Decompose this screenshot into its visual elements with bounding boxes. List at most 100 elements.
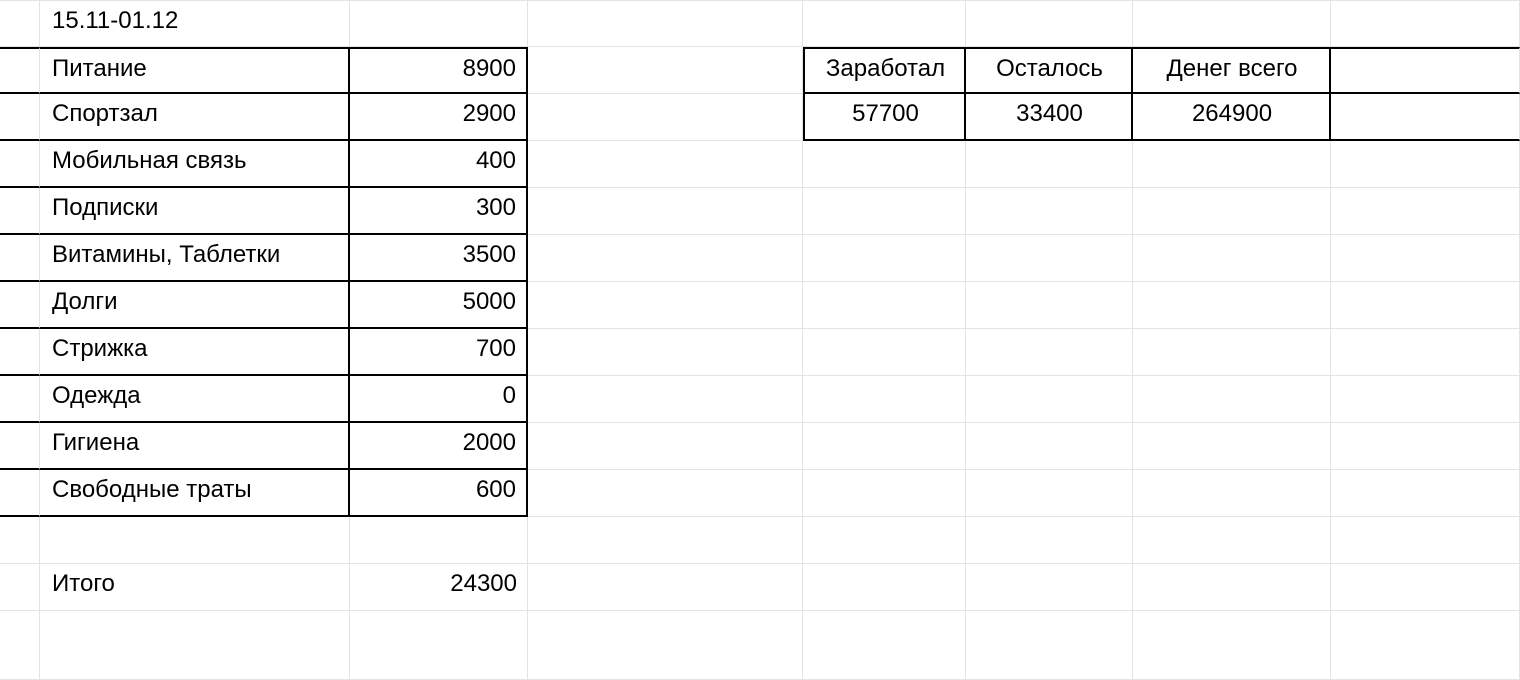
expense-label[interactable]: Одежда [40,376,350,423]
cell[interactable] [1133,564,1331,611]
cell[interactable] [1331,376,1520,423]
cell[interactable] [966,376,1133,423]
cell[interactable] [1331,564,1520,611]
cell[interactable] [0,470,40,517]
cell[interactable] [966,188,1133,235]
expense-label[interactable]: Спортзал [40,94,350,141]
expense-label[interactable]: Долги [40,282,350,329]
cell[interactable] [528,188,803,235]
summary-total[interactable]: 264900 [1133,94,1331,141]
total-label[interactable]: Итого [40,564,350,611]
expense-label[interactable]: Витамины, Таблетки [40,235,350,282]
cell[interactable] [1133,0,1331,47]
cell[interactable] [966,470,1133,517]
cell[interactable] [966,517,1133,564]
expense-amount[interactable]: 0 [350,376,528,423]
cell[interactable] [528,141,803,188]
cell[interactable] [528,235,803,282]
cell[interactable] [966,564,1133,611]
cell[interactable] [1133,188,1331,235]
cell[interactable] [350,611,528,680]
total-amount[interactable]: 24300 [350,564,528,611]
cell[interactable] [966,611,1133,680]
expense-label[interactable]: Стрижка [40,329,350,376]
cell[interactable] [1133,329,1331,376]
cell[interactable] [1133,611,1331,680]
cell[interactable] [1133,235,1331,282]
cell[interactable] [528,564,803,611]
cell[interactable] [528,282,803,329]
cell[interactable] [0,235,40,282]
cell[interactable] [966,141,1133,188]
cell[interactable] [966,282,1133,329]
summary-header-remaining[interactable]: Осталось [966,47,1133,94]
summary-header-total[interactable]: Денег всего [1133,47,1331,94]
expense-amount[interactable]: 700 [350,329,528,376]
cell[interactable] [0,47,40,94]
cell[interactable] [966,329,1133,376]
cell[interactable] [528,94,803,141]
cell[interactable] [1331,141,1520,188]
cell[interactable] [0,611,40,680]
expense-label[interactable]: Свободные траты [40,470,350,517]
cell[interactable] [528,611,803,680]
cell[interactable] [1133,141,1331,188]
cell[interactable] [803,517,966,564]
cell[interactable] [40,517,350,564]
cell[interactable] [528,329,803,376]
cell[interactable] [1331,517,1520,564]
cell[interactable] [1331,423,1520,470]
cell[interactable] [803,470,966,517]
cell[interactable] [1331,94,1520,141]
cell[interactable] [966,423,1133,470]
cell[interactable] [0,329,40,376]
expense-amount[interactable]: 3500 [350,235,528,282]
cell[interactable] [1133,423,1331,470]
expense-amount[interactable]: 2000 [350,423,528,470]
cell[interactable] [0,517,40,564]
cell[interactable] [0,564,40,611]
summary-earned[interactable]: 57700 [803,94,966,141]
cell[interactable] [0,282,40,329]
summary-remaining[interactable]: 33400 [966,94,1133,141]
cell[interactable] [803,329,966,376]
cell[interactable] [803,423,966,470]
cell[interactable] [1331,611,1520,680]
cell[interactable] [1331,470,1520,517]
cell[interactable] [1331,235,1520,282]
cell[interactable] [0,376,40,423]
cell[interactable] [528,47,803,94]
cell[interactable] [1133,517,1331,564]
cell[interactable] [0,188,40,235]
cell[interactable] [966,0,1133,47]
expense-amount[interactable]: 600 [350,470,528,517]
cell[interactable] [528,423,803,470]
cell[interactable] [803,0,966,47]
expense-label[interactable]: Подписки [40,188,350,235]
spreadsheet-grid[interactable]: 15.11-01.12 Питание 8900 Заработал Остал… [0,0,1520,680]
cell[interactable] [1331,188,1520,235]
cell[interactable] [528,517,803,564]
expense-label[interactable]: Питание [40,47,350,94]
cell[interactable] [1331,329,1520,376]
cell[interactable] [1133,376,1331,423]
cell[interactable] [0,423,40,470]
expense-amount[interactable]: 8900 [350,47,528,94]
cell[interactable] [350,517,528,564]
period-label[interactable]: 15.11-01.12 [40,0,350,47]
cell[interactable] [350,0,528,47]
cell[interactable] [1133,282,1331,329]
cell[interactable] [40,611,350,680]
cell[interactable] [966,235,1133,282]
cell[interactable] [528,0,803,47]
cell[interactable] [1133,470,1331,517]
expense-amount[interactable]: 400 [350,141,528,188]
cell[interactable] [1331,0,1520,47]
expense-amount[interactable]: 5000 [350,282,528,329]
expense-amount[interactable]: 2900 [350,94,528,141]
cell[interactable] [803,141,966,188]
cell[interactable] [528,470,803,517]
cell[interactable] [803,282,966,329]
cell[interactable] [803,564,966,611]
cell[interactable] [803,611,966,680]
